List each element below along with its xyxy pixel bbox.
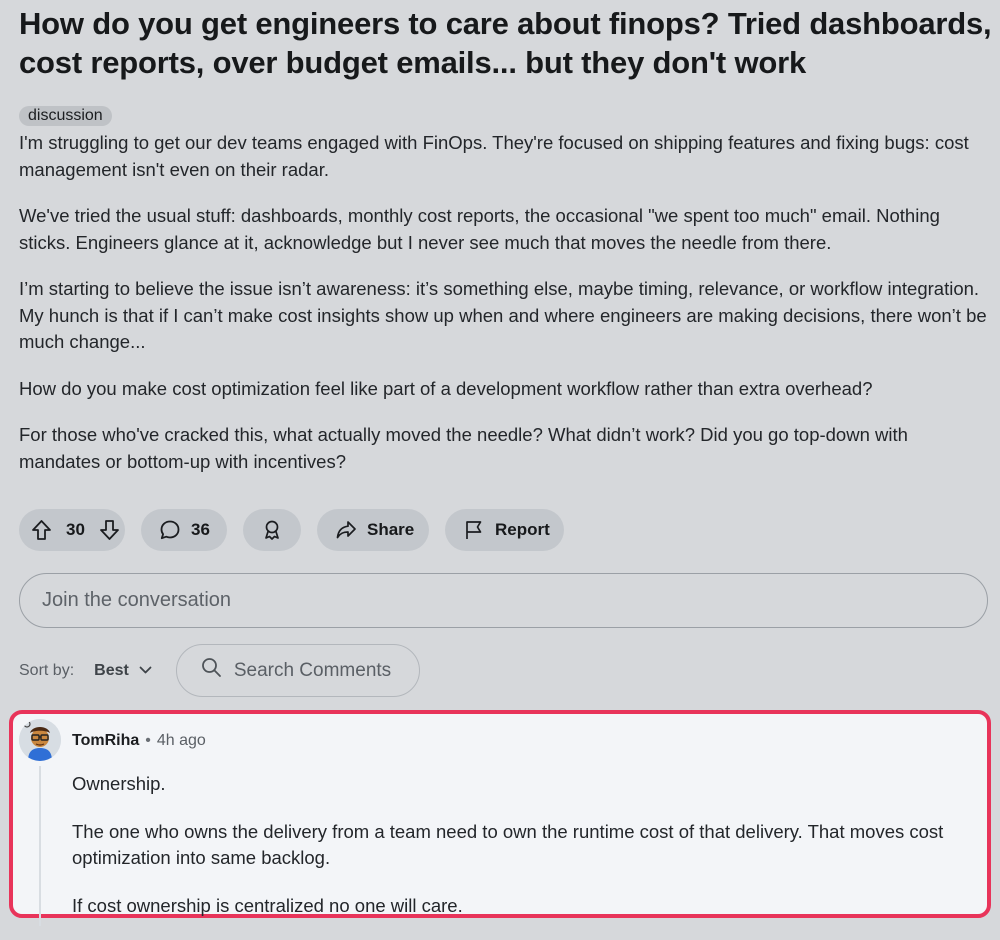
sort-label: Sort by: (19, 661, 75, 679)
comment-timestamp[interactable]: 4h ago (157, 732, 206, 750)
comment-body: Ownership. The one who owns the delivery… (72, 771, 972, 940)
meta-separator: • (145, 732, 151, 749)
comment-paragraph: Ownership. (72, 773, 166, 794)
join-conversation-placeholder: Join the conversation (42, 589, 232, 611)
award-button[interactable] (243, 509, 301, 551)
vote-count: 30 (66, 520, 85, 539)
comment-card: TomRiha • 4h ago Ownership. The one who … (9, 710, 991, 926)
post-paragraph: I'm struggling to get our dev teams enga… (19, 132, 969, 180)
share-label: Share (367, 520, 415, 539)
post-title: How do you get engineers to care about f… (19, 6, 992, 80)
sort-value: Best (94, 661, 129, 679)
share-button[interactable]: Share (317, 509, 429, 551)
arrow-down-icon[interactable] (99, 519, 120, 541)
post-page: How do you get engineers to care about f… (19, 0, 994, 697)
join-conversation-input[interactable]: Join the conversation (19, 573, 988, 628)
search-comments-input[interactable]: Search Comments (175, 644, 420, 697)
post-flair[interactable]: discussion (19, 106, 112, 126)
sort-dropdown[interactable]: Best (94, 662, 152, 680)
report-label: Report (495, 520, 550, 539)
flag-icon (463, 519, 485, 541)
post-paragraph: I’m starting to believe the issue isn’t … (19, 278, 987, 352)
search-placeholder: Search Comments (233, 659, 392, 681)
post-paragraph: How do you make cost optimization feel l… (19, 377, 873, 399)
post-action-bar: 30 36 Share Report (19, 509, 564, 551)
comment-paragraph: If cost ownership is centralized no one … (72, 894, 463, 916)
comment-count: 36 (191, 520, 210, 539)
arrow-up-icon[interactable] (31, 519, 52, 541)
chevron-down-icon (139, 662, 152, 680)
speech-bubble-icon (159, 519, 181, 541)
award-icon (261, 519, 283, 541)
search-icon (201, 657, 222, 684)
comment-meta: TomRiha • 4h ago (72, 732, 206, 750)
comment-author[interactable]: TomRiha (72, 732, 139, 750)
post-body: I'm struggling to get our dev teams enga… (19, 130, 994, 475)
vote-control: 30 (19, 509, 125, 551)
comment-sort-bar: Sort by: Best Search Comments (19, 644, 420, 697)
report-button[interactable]: Report (445, 509, 564, 551)
post-paragraph: For those who've cracked this, what actu… (19, 424, 908, 472)
thread-line[interactable] (39, 766, 41, 926)
avatar[interactable] (19, 719, 61, 761)
post-paragraph: We've tried the usual stuff: dashboards,… (19, 205, 940, 253)
comments-button[interactable]: 36 (141, 509, 227, 551)
comment-paragraph: The one who owns the delivery from a tea… (72, 820, 944, 869)
share-arrow-icon (335, 519, 357, 541)
